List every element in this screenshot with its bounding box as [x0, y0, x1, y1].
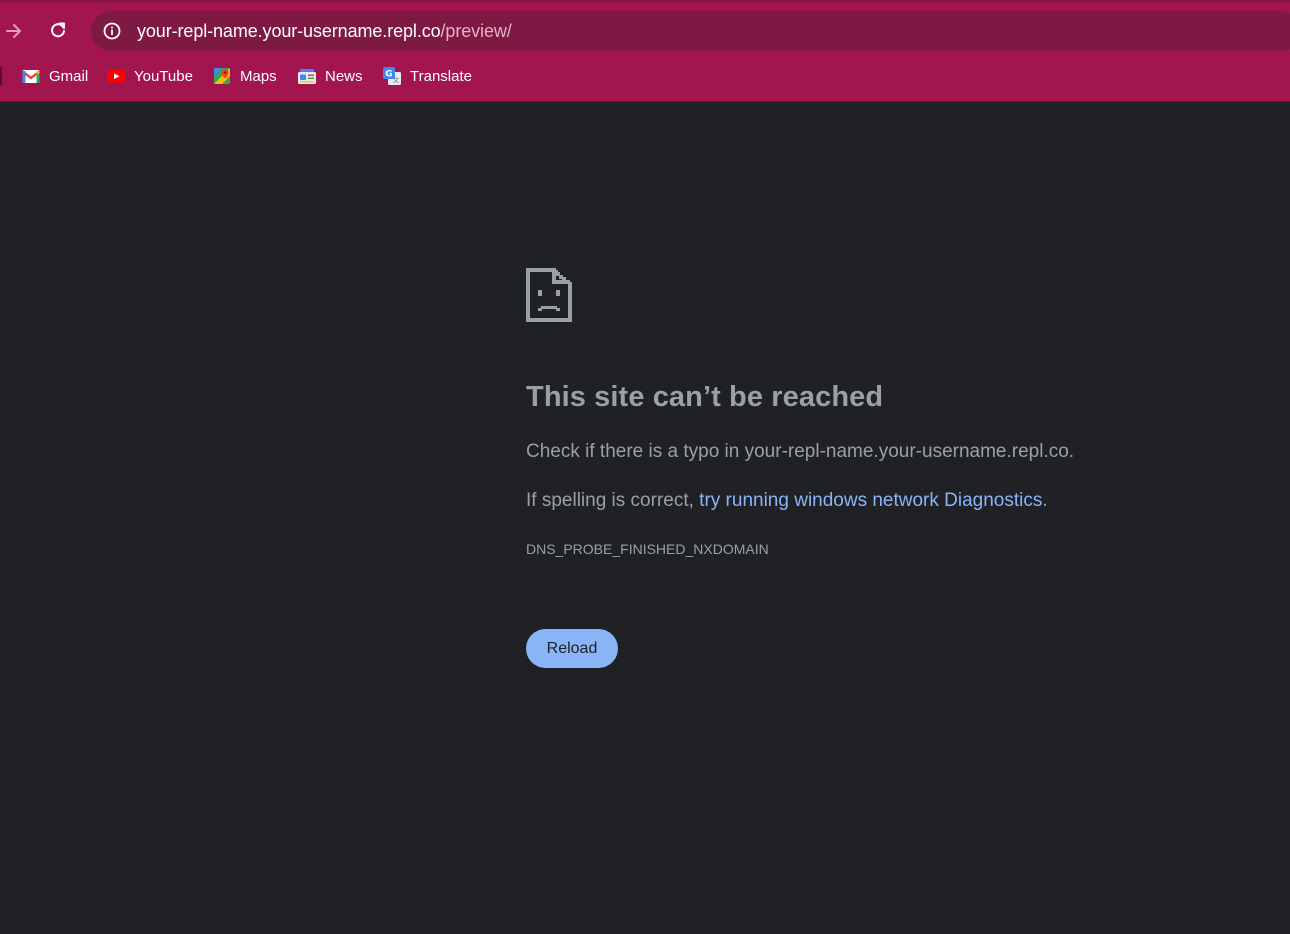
info-icon[interactable] [102, 21, 122, 41]
bookmark-maps[interactable]: Maps [212, 62, 277, 90]
typo-message: Check if there is a typo in your-repl-na… [526, 441, 1074, 463]
bookmark-gmail[interactable]: Gmail [21, 62, 88, 90]
typo-host: your-repl-name.your-username.repl.co [744, 441, 1069, 462]
url-text[interactable]: your-repl-name.your-username.repl.co/pre… [137, 21, 512, 41]
address-bar[interactable]: your-repl-name.your-username.repl.co/pre… [91, 11, 1290, 51]
reload-button[interactable]: Reload [526, 629, 618, 668]
spelling-suffix: . [1042, 490, 1048, 511]
gmail-icon [21, 70, 41, 83]
svg-text:G: G [385, 70, 392, 80]
bookmark-news[interactable]: News [297, 62, 363, 90]
svg-text:文: 文 [393, 77, 399, 85]
sad-page-icon [526, 268, 572, 322]
typo-suffix: . [1068, 441, 1075, 462]
reload-browser-button[interactable] [44, 16, 72, 44]
url-path: /preview/ [440, 21, 512, 41]
error-code: DNS_PROBE_FINISHED_NXDOMAIN [526, 541, 769, 557]
bookmark-youtube[interactable]: YouTube [106, 62, 193, 90]
bookmark-label: Maps [240, 67, 277, 85]
bookmarks-bar: Gmail YouTube Maps News G 文 Translate [0, 62, 1290, 90]
spelling-message: If spelling is correct, try running wind… [526, 490, 1048, 512]
browser-toolbar: your-repl-name.your-username.repl.co/pre… [0, 0, 1290, 102]
error-title: This site can’t be reached [526, 381, 884, 413]
bookmarks-separator [0, 67, 2, 85]
bookmark-label: YouTube [134, 67, 193, 85]
translate-icon: G 文 [383, 67, 401, 85]
typo-prefix: Check if there is a typo in [526, 441, 745, 462]
forward-button[interactable] [0, 17, 28, 45]
diagnostics-link[interactable]: try running windows network Diagnostics [699, 490, 1042, 511]
reload-icon [51, 22, 65, 38]
tab-strip-edge [0, 0, 1290, 3]
spelling-prefix: If spelling is correct, [526, 490, 700, 511]
url-host: your-repl-name.your-username.repl.co [137, 21, 441, 41]
maps-icon [214, 68, 230, 84]
bookmark-label: Gmail [49, 67, 89, 85]
bookmark-label: News [325, 67, 363, 85]
youtube-icon [107, 70, 125, 83]
bookmark-translate[interactable]: G 文 Translate [382, 62, 472, 90]
arrow-right-icon [6, 24, 21, 38]
news-icon [298, 69, 316, 84]
bookmark-label: Translate [410, 67, 472, 85]
